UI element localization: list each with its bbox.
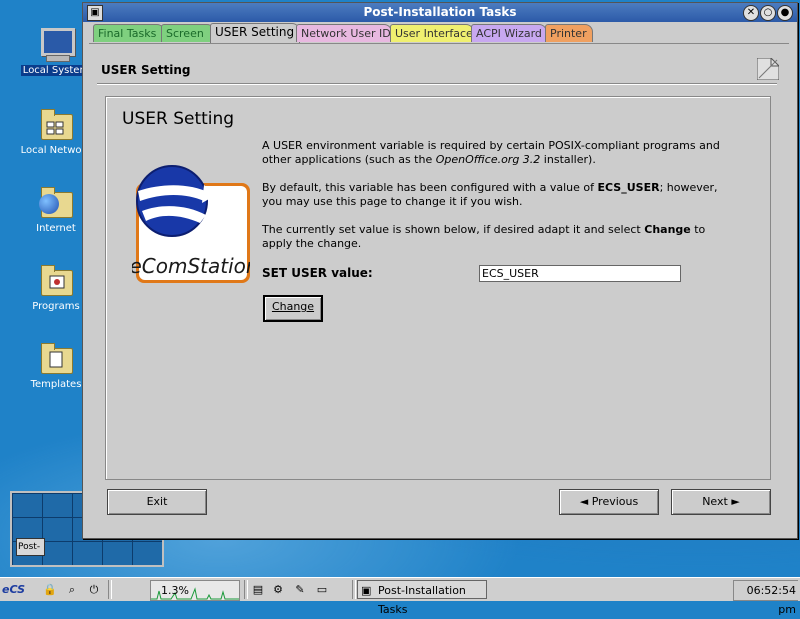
description-text: A USER environment variable is required … bbox=[262, 139, 720, 250]
page-fold-icon[interactable] bbox=[757, 58, 779, 80]
lock-icon[interactable]: 🔒 bbox=[42, 580, 58, 599]
search-icon[interactable]: ⌕ bbox=[64, 580, 80, 599]
post-installation-window: ▣ Post-Installation Tasks ✕ ○ ● Final Ta… bbox=[82, 2, 798, 539]
change-button[interactable]: Change bbox=[263, 295, 323, 322]
drives-icon[interactable]: ▭ bbox=[314, 580, 330, 599]
cpu-load-meter: 1.3% bbox=[150, 580, 240, 601]
cpu-load-value: 1.3% bbox=[161, 584, 189, 597]
maximize-icon[interactable]: ● bbox=[777, 5, 793, 21]
user-value-input[interactable] bbox=[479, 265, 681, 282]
set-user-label: SET USER value: bbox=[262, 266, 373, 280]
clock[interactable]: 06:52:54 pm bbox=[733, 580, 798, 616]
desktop-icon-label: Programs bbox=[32, 301, 80, 312]
exit-button[interactable]: Exit bbox=[107, 489, 207, 515]
tab-final-tasks[interactable]: Final Tasks bbox=[93, 24, 165, 42]
ecomstation-logo: eComStation bbox=[132, 165, 250, 283]
network-folder-icon bbox=[38, 106, 74, 142]
logo-text: eComStation bbox=[132, 254, 250, 278]
close-icon[interactable]: ✕ bbox=[743, 5, 759, 21]
pager-window-thumbnail[interactable]: Post- bbox=[16, 538, 45, 556]
desktop-icon-label: Internet bbox=[36, 223, 76, 234]
tab-network-user-id[interactable]: Network User ID bbox=[296, 24, 392, 42]
content-panel: USER Setting eComStation A USER environm… bbox=[105, 96, 771, 480]
taskbar-separator bbox=[352, 580, 356, 599]
desktop-icon-label: Templates bbox=[30, 379, 82, 390]
taskbar-window-button[interactable]: ▣ Post-Installation Tasks bbox=[357, 580, 487, 616]
tab-printer[interactable]: Printer bbox=[545, 24, 593, 42]
taskbar-separator bbox=[108, 580, 112, 599]
computer-icon bbox=[38, 26, 75, 62]
desktop-icon-label: Local System bbox=[20, 65, 92, 76]
title-bar[interactable]: ▣ Post-Installation Tasks ✕ ○ ● bbox=[83, 3, 797, 22]
tab-acpi-wizard[interactable]: ACPI Wizard bbox=[471, 24, 547, 42]
window-title: Post-Installation Tasks bbox=[363, 5, 517, 19]
start-button[interactable]: eCS bbox=[2, 580, 38, 599]
window-list-icon[interactable]: ▤ bbox=[250, 580, 266, 599]
tab-user-setting[interactable]: USER Setting bbox=[210, 23, 300, 43]
taskbar: eCS 🔒 ⌕ ⏻ 1.3% ▤ ⚙ ✎ ▭ ▣ Post-Installati… bbox=[0, 577, 800, 616]
minimize-icon[interactable]: ○ bbox=[760, 5, 776, 21]
programs-folder-icon bbox=[38, 262, 74, 298]
task-window-label: Post-Installation Tasks bbox=[378, 584, 466, 616]
tab-screen[interactable]: Screen bbox=[161, 24, 215, 42]
system-setup-icon[interactable]: ⚙ bbox=[270, 580, 286, 599]
tools-icon[interactable]: ✎ bbox=[292, 580, 308, 599]
previous-button[interactable]: ◄ Previous bbox=[559, 489, 659, 515]
next-button[interactable]: Next ► bbox=[671, 489, 771, 515]
internet-folder-icon bbox=[38, 184, 74, 220]
templates-folder-icon bbox=[38, 340, 74, 376]
page-header: USER Setting bbox=[101, 63, 191, 77]
tab-user-interface[interactable]: User Interface bbox=[390, 24, 474, 42]
power-icon[interactable]: ⏻ bbox=[86, 580, 102, 599]
taskbar-separator bbox=[244, 580, 248, 599]
panel-title: USER Setting bbox=[122, 109, 235, 129]
task-window-icon: ▣ bbox=[361, 584, 372, 597]
